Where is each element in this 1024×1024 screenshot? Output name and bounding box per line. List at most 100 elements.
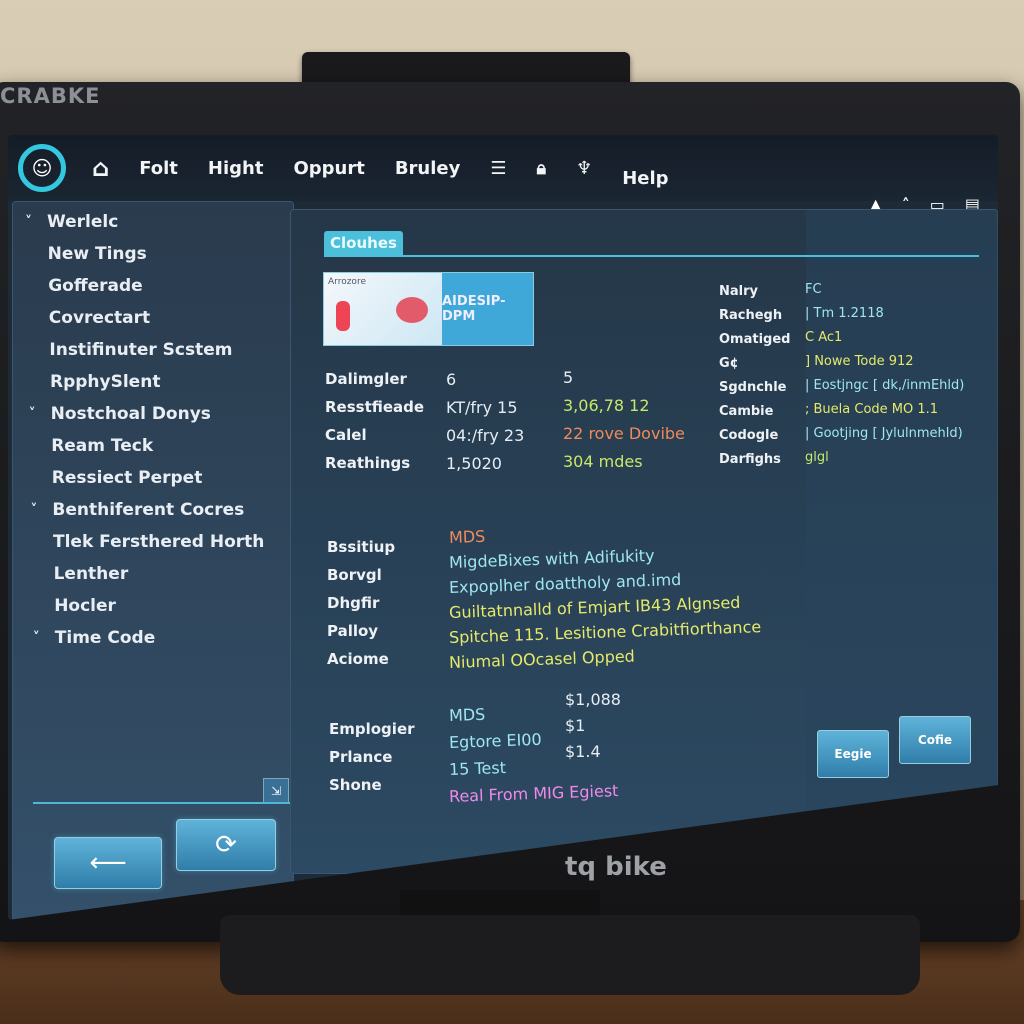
cost-label: Emplogier xyxy=(329,720,415,738)
lock-icon[interactable]: 🔒︎ xyxy=(537,158,547,179)
sidebar-item[interactable]: Covrectart xyxy=(15,302,150,334)
info-label: Cambie xyxy=(719,404,774,419)
row-label: Calel xyxy=(325,426,367,444)
sidebar-expand-icon[interactable]: ⇲ xyxy=(263,778,289,804)
antenna-icon[interactable]: ♆ xyxy=(576,158,592,179)
sidebar-item-label: Gofferade xyxy=(48,276,143,296)
sidebar-item-label: Tlek Fersthered Horth xyxy=(53,532,265,552)
detail-label: Dhgfir xyxy=(327,594,380,612)
cost-price: $1 xyxy=(565,716,586,735)
row-value: 04:/fry 23 xyxy=(446,426,525,445)
monitor-stand xyxy=(220,915,920,995)
sidebar-item-label: Ressiect Perpet xyxy=(51,468,203,488)
menu-bruley[interactable]: Bruley xyxy=(395,158,461,179)
cost-price: $1,088 xyxy=(565,690,621,709)
sidebar-item[interactable]: Hocler xyxy=(20,590,116,622)
brand-logo-bottom: tq bike xyxy=(565,852,667,882)
sidebar: ⇲ ˅ Werlelc New Tings Gofferade Covrectart In… xyxy=(12,201,294,920)
sidebar-item-label: Nostchoal Donys xyxy=(50,404,211,424)
refresh-button[interactable]: ⟳ xyxy=(176,819,276,871)
info-label: Codogle xyxy=(719,428,779,443)
sidebar-item[interactable]: Ream Teck xyxy=(17,430,153,462)
info-value: ; Buela Code MO 1.1 xyxy=(805,402,939,417)
cost-item: MDS xyxy=(448,704,486,725)
screen: ☺ ⌂ Folt Hight Oppurt Bruley ☰ 🔒︎ ♆ Help… xyxy=(8,135,998,920)
brand-logo-top: CRABKE xyxy=(0,84,101,108)
info-label: Rachegh xyxy=(719,308,783,323)
eegie-button[interactable]: Eegie xyxy=(817,730,889,778)
cost-item: Egtore EI00 xyxy=(448,729,542,752)
banner-image: Arrozore xyxy=(324,273,442,345)
sidebar-item[interactable]: RpphySlent xyxy=(16,366,160,398)
detail-line: Guiltatnnalld of Emjart IB43 Algnsed xyxy=(448,592,741,622)
info-value: FC xyxy=(805,282,822,297)
sidebar-item-label: New Tings xyxy=(47,244,147,264)
row-value: 5 xyxy=(563,368,574,387)
back-button[interactable]: ⟵ xyxy=(54,837,162,889)
logo-icon[interactable]: ☺ xyxy=(18,144,66,192)
cost-label: Shone xyxy=(329,776,382,794)
sidebar-item-label: RpphySlent xyxy=(50,372,161,392)
list-icon[interactable]: ☰ xyxy=(490,158,506,179)
home-icon[interactable]: ⌂ xyxy=(92,154,109,182)
arrow-left-icon: ⟵ xyxy=(89,848,127,878)
row-label: Dalimgler xyxy=(325,370,407,388)
chevron-down-icon: ˅ xyxy=(32,630,40,646)
info-label: Omatiged xyxy=(719,332,791,347)
info-value: C Ac1 xyxy=(805,330,843,345)
detail-line: Niumal OOcasel Opped xyxy=(448,646,636,672)
detail-line: MDS xyxy=(448,526,486,547)
info-value: | Gootjing [ Jylulnmehld) xyxy=(805,426,963,441)
sidebar-item[interactable]: Gofferade xyxy=(14,270,143,302)
menu-hight[interactable]: Hight xyxy=(208,158,264,179)
banner-caption: Arrozore xyxy=(328,277,366,287)
sidebar-item-label: Lenther xyxy=(53,564,129,584)
sidebar-item[interactable]: New Tings xyxy=(14,238,147,270)
info-label: G¢ xyxy=(719,356,739,371)
sidebar-item[interactable]: ˅ Time Code xyxy=(21,622,155,654)
detail-label: Palloy xyxy=(327,622,379,640)
tab-clouhes[interactable]: Clouhes xyxy=(324,231,403,255)
row-value: 3,06,78 12 xyxy=(563,396,650,415)
main-panel: Clouhes Arrozore AIDESIP-DPM Dalimgler 6 5… xyxy=(290,209,998,875)
info-value: | Eostjngc [ dk,/inmEhld) xyxy=(805,378,965,393)
row-value: 22 rove Dovibe xyxy=(563,424,685,443)
row-label: Reathings xyxy=(325,454,411,472)
sidebar-item[interactable]: Tlek Fersthered Horth xyxy=(19,526,264,558)
sidebar-item-label: Werlelc xyxy=(47,212,119,232)
chevron-down-icon: ˅ xyxy=(25,214,32,230)
detail-line: Spitche 115. Lesitione Crabitfiorthance xyxy=(448,617,762,647)
cost-item: Real From MIG Egiest xyxy=(448,781,619,806)
sidebar-item-label: Ream Teck xyxy=(51,436,154,456)
sidebar-item-label: Covrectart xyxy=(48,308,151,328)
menu-folt[interactable]: Folt xyxy=(139,158,178,179)
detail-label: Borvgl xyxy=(327,566,382,584)
top-menu-bar: ☺ ⌂ Folt Hight Oppurt Bruley ☰ 🔒︎ ♆ Help… xyxy=(8,135,998,214)
info-value: | Tm 1.2118 xyxy=(805,306,884,321)
sidebar-item-label: Time Code xyxy=(54,628,156,648)
refresh-icon: ⟳ xyxy=(215,830,237,860)
sidebar-item-label: Hocler xyxy=(54,596,116,616)
sidebar-item[interactable]: ˅ Werlelc xyxy=(13,206,118,238)
info-value: ] Nowe Tode 912 xyxy=(805,354,914,369)
row-label: Resstfieade xyxy=(325,398,425,416)
detail-label: Bssitiup xyxy=(327,538,396,556)
banner[interactable]: Arrozore AIDESIP-DPM xyxy=(323,272,534,346)
cofie-button[interactable]: Cofie xyxy=(899,716,971,764)
cost-label: Prlance xyxy=(329,748,393,766)
tab-underline xyxy=(324,255,979,257)
row-value: 1,5020 xyxy=(446,454,502,473)
menu-help[interactable]: Help xyxy=(622,168,668,189)
sidebar-item[interactable]: ˅ Benthiferent Cocres xyxy=(18,494,244,526)
sidebar-item[interactable]: Instifinuter Scstem xyxy=(15,334,232,366)
sidebar-item[interactable]: Lenther xyxy=(20,558,129,590)
sidebar-item[interactable]: ˅ Nostchoal Donys xyxy=(17,398,211,430)
menu-oppurt[interactable]: Oppurt xyxy=(293,158,364,179)
info-value: glgl xyxy=(805,450,829,465)
info-label: Darfighs xyxy=(719,452,781,467)
banner-title: AIDESIP-DPM xyxy=(442,273,533,345)
detail-line: MigdeBixes with Adifukity xyxy=(448,545,655,572)
row-value: 6 xyxy=(446,370,457,389)
detail-line: Expoplher doattholy and.imd xyxy=(448,569,682,597)
sidebar-item[interactable]: Ressiect Perpet xyxy=(18,462,203,494)
